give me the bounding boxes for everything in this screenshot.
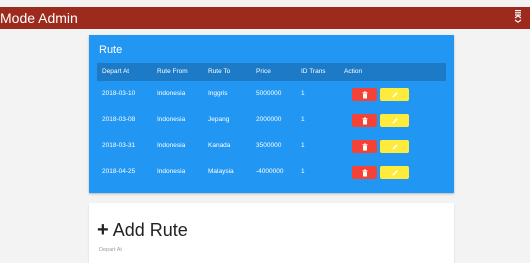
depart-at-field-label: Depart At — [99, 247, 122, 253]
column-header-rute-from: Rute From — [157, 68, 188, 75]
pencil-icon — [392, 117, 398, 123]
table-row: 2018-03-10 Indonesia Inggris 5000000 1 — [97, 81, 446, 107]
column-header-id-trans: ID Trans — [301, 68, 326, 75]
price-cell: -4000000 — [256, 168, 284, 175]
depart-at-cell: 2018-03-08 — [102, 116, 136, 123]
price-cell: 3500000 — [256, 142, 282, 149]
plus-icon: + — [97, 219, 109, 241]
trash-icon — [362, 143, 367, 150]
column-header-action: Action — [344, 68, 363, 75]
table-row: 2018-04-25 Indonesia Malaysia -4000000 1 — [97, 159, 446, 185]
rute-from-cell: Indonesia — [157, 116, 186, 123]
id-trans-cell: 1 — [301, 142, 305, 149]
rute-to-cell: Jepang — [208, 116, 230, 123]
depart-at-cell: 2018-03-10 — [102, 90, 136, 97]
edit-button[interactable] — [380, 114, 409, 127]
rute-from-cell: Indonesia — [157, 142, 186, 149]
rute-from-cell: Indonesia — [157, 168, 186, 175]
rute-to-cell: Inggris — [208, 90, 228, 97]
app-title[interactable]: Mode Admin — [0, 9, 78, 27]
add-rute-card: + Add Rute Depart At — [89, 203, 454, 263]
trash-icon — [362, 169, 367, 176]
menu-toggle-icon[interactable] — [512, 8, 524, 28]
column-header-price: Price — [256, 68, 271, 75]
trash-icon — [362, 117, 367, 124]
depart-at-cell: 2018-03-31 — [102, 142, 136, 149]
pencil-icon — [392, 91, 398, 97]
rute-to-cell: Malaysia — [208, 168, 234, 175]
pencil-icon — [392, 143, 398, 149]
rute-to-cell: Kanada — [208, 142, 231, 149]
delete-button[interactable] — [352, 88, 377, 101]
rute-card: Rute Depart At Rute From Rute To Price I… — [89, 35, 454, 193]
delete-button[interactable] — [352, 114, 377, 127]
delete-button[interactable] — [352, 140, 377, 153]
trash-icon — [362, 91, 367, 98]
id-trans-cell: 1 — [301, 90, 305, 97]
table-header: Depart At Rute From Rute To Price ID Tra… — [97, 63, 446, 81]
column-header-rute-to: Rute To — [208, 68, 231, 75]
column-header-depart-at: Depart At — [102, 68, 130, 75]
add-rute-heading: + Add Rute — [97, 219, 188, 241]
edit-button[interactable] — [380, 140, 409, 153]
id-trans-cell: 1 — [301, 168, 305, 175]
delete-button[interactable] — [352, 166, 377, 179]
add-rute-title: Add Rute — [112, 220, 188, 240]
id-trans-cell: 1 — [301, 116, 305, 123]
edit-button[interactable] — [380, 88, 409, 101]
edit-button[interactable] — [380, 166, 409, 179]
rute-from-cell: Indonesia — [157, 90, 186, 97]
top-navbar: Mode Admin — [0, 7, 530, 29]
rute-card-title: Rute — [99, 44, 123, 56]
price-cell: 2000000 — [256, 116, 282, 123]
pencil-icon — [392, 169, 398, 175]
table-row: 2018-03-08 Indonesia Jepang 2000000 1 — [97, 107, 446, 133]
depart-at-cell: 2018-04-25 — [102, 168, 136, 175]
table-row: 2018-03-31 Indonesia Kanada 3500000 1 — [97, 133, 446, 159]
price-cell: 5000000 — [256, 90, 282, 97]
